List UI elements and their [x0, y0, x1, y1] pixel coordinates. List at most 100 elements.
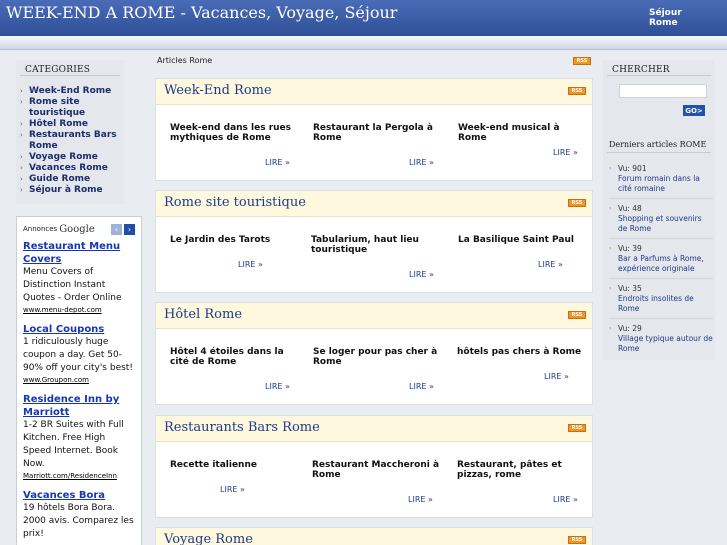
- read-more-link[interactable]: LIRE »: [409, 158, 434, 167]
- article-title[interactable]: Restaurant, pâtes et pizzas, rome: [457, 460, 587, 480]
- category-item[interactable]: › Voyage Rome: [20, 152, 124, 163]
- ads-nav: ‹ ›: [111, 223, 135, 235]
- article-title[interactable]: Week-end dans les rues mythiques de Rome: [170, 123, 300, 143]
- section-title[interactable]: Voyage Rome: [164, 532, 253, 545]
- ad-url[interactable]: www.menu-depot.com: [23, 305, 135, 315]
- category-item[interactable]: › Guide Rome: [20, 174, 124, 185]
- chevron-right-icon: ›: [20, 175, 23, 183]
- article-title[interactable]: Restaurant la Pergola à Rome: [313, 123, 443, 143]
- read-more-link[interactable]: LIRE »: [408, 495, 433, 504]
- chevron-right-icon: ›: [609, 165, 612, 172]
- search-input[interactable]: [619, 84, 707, 98]
- article-title[interactable]: hôtels pas chers à Rome: [457, 347, 587, 357]
- read-more-link[interactable]: LIRE »: [544, 372, 569, 381]
- google-ads: Annonces Google ‹ › Restaurant Menu Cove…: [16, 216, 142, 545]
- read-more-link[interactable]: LIRE »: [409, 382, 434, 391]
- ad-url[interactable]: www.Groupon.com: [23, 375, 135, 385]
- ad-title[interactable]: Local Coupons: [23, 323, 135, 336]
- view-count: Vu: 39: [618, 244, 642, 253]
- article-title[interactable]: Restaurant Maccheroni à Rome: [312, 460, 442, 480]
- latest-item: › Vu: 48 Shopping et souvenirs de Rome: [609, 204, 713, 239]
- section-header: Rome site touristique RSS: [156, 191, 592, 217]
- read-more-link[interactable]: LIRE »: [265, 382, 290, 391]
- categories-title: CATEGORIES: [20, 60, 120, 76]
- chevron-right-icon: ›: [20, 153, 23, 161]
- article-title[interactable]: Recette italienne: [170, 460, 300, 470]
- latest-link[interactable]: Forum romain dans la cité romaine: [618, 174, 713, 194]
- ad-text: 1-2 BR Suites with Full Kitchen. Free Hi…: [23, 420, 124, 469]
- section-header: Voyage Rome RSS: [156, 528, 592, 545]
- article-item: Tabularium, haut lieu touristique: [311, 235, 441, 255]
- section-rome-site-touristique: Rome site touristique RSS Le Jardin des …: [155, 190, 593, 293]
- article-title[interactable]: Le Jardin des Tarots: [170, 235, 300, 245]
- article-title[interactable]: Se loger pour pas cher à Rome: [313, 347, 443, 367]
- category-item[interactable]: › Hôtel Rome: [20, 119, 124, 130]
- rss-icon[interactable]: RSS: [568, 311, 586, 319]
- category-item[interactable]: › Rome site touristique: [20, 97, 124, 119]
- search-title: CHERCHER: [607, 60, 711, 76]
- read-more-link[interactable]: LIRE »: [553, 148, 578, 157]
- site-header: WEEK-END A ROME - Vacances, Voyage, Séjo…: [0, 0, 727, 36]
- chevron-right-icon: ›: [20, 120, 23, 128]
- section-header: Week-End Rome RSS: [156, 79, 592, 105]
- ad-item: Restaurant Menu Covers Menu Covers of Di…: [23, 240, 135, 315]
- rss-icon[interactable]: RSS: [568, 424, 586, 432]
- article-title[interactable]: Hôtel 4 étoiles dans la cité de Rome: [170, 347, 300, 367]
- chevron-right-icon: ›: [609, 285, 612, 292]
- latest-link[interactable]: Shopping et souvenirs de Rome: [618, 214, 713, 234]
- read-more-link[interactable]: LIRE »: [265, 158, 290, 167]
- article-item: La Basilique Saint Paul: [458, 235, 588, 245]
- section-title[interactable]: Rome site touristique: [164, 195, 306, 210]
- chevron-right-icon: ›: [609, 205, 612, 212]
- read-more-link[interactable]: LIRE »: [238, 260, 263, 269]
- ad-title[interactable]: Residence Inn by Marriott: [23, 393, 135, 419]
- ad-url[interactable]: Marriott.com/ResidenceInn: [23, 471, 135, 481]
- read-more-link[interactable]: LIRE »: [538, 260, 563, 269]
- article-item: Restaurant, pâtes et pizzas, rome: [457, 460, 587, 480]
- article-item: Restaurant Maccheroni à Rome: [312, 460, 442, 480]
- section-title[interactable]: Hôtel Rome: [164, 307, 242, 322]
- read-more-link[interactable]: LIRE »: [409, 270, 434, 279]
- read-more-link[interactable]: LIRE »: [553, 495, 578, 504]
- article-title[interactable]: La Basilique Saint Paul: [458, 235, 588, 245]
- view-count: Vu: 901: [618, 164, 647, 173]
- google-logo[interactable]: Google: [59, 224, 95, 235]
- category-item[interactable]: › Restaurants Bars Rome: [20, 130, 124, 152]
- categories-list: › Week-End Rome › Rome site touristique › H…: [16, 76, 124, 196]
- latest-articles-list: › Vu: 901 Forum romain dans la cité romain…: [609, 164, 713, 363]
- search-go-button[interactable]: GO>: [683, 105, 705, 116]
- category-item[interactable]: › Vacances Rome: [20, 163, 124, 174]
- category-item[interactable]: › Séjour à Rome: [20, 185, 124, 196]
- section-hotel-rome: Hôtel Rome RSS Hôtel 4 étoiles dans la c…: [155, 302, 593, 405]
- category-item[interactable]: › Week-End Rome: [20, 86, 124, 97]
- ads-label[interactable]: Annonces: [23, 225, 57, 233]
- latest-link[interactable]: Endroits insolites de Rome: [618, 294, 713, 314]
- section-week-end-rome: Week-End Rome RSS Week-end dans les rues…: [155, 78, 593, 181]
- ad-title[interactable]: Vacances Bora: [23, 489, 135, 502]
- article-item: Week-end musical à Rome: [458, 123, 588, 143]
- rss-icon[interactable]: RSS: [568, 199, 586, 207]
- article-title[interactable]: Week-end musical à Rome: [458, 123, 588, 143]
- header-link-sejour[interactable]: Séjour Rome: [649, 8, 699, 28]
- article-item: hôtels pas chers à Rome: [457, 347, 587, 357]
- ad-title[interactable]: Restaurant Menu Covers: [23, 240, 135, 266]
- chevron-right-icon: ›: [609, 325, 612, 332]
- section-voyage-rome: Voyage Rome RSS: [155, 527, 593, 545]
- rss-icon[interactable]: RSS: [568, 536, 586, 544]
- right-sidebar: CHERCHER GO> Derniers articles ROME › Vu:…: [603, 60, 715, 360]
- rss-icon[interactable]: RSS: [573, 57, 591, 65]
- read-more-link[interactable]: LIRE »: [220, 485, 245, 494]
- view-count: Vu: 35: [618, 284, 642, 293]
- ad-item: Residence Inn by Marriott 1-2 BR Suites …: [23, 393, 135, 481]
- section-title[interactable]: Restaurants Bars Rome: [164, 420, 320, 435]
- latest-link[interactable]: Bar a Parfums à Rome, expérience origina…: [618, 254, 713, 274]
- latest-item: › Vu: 901 Forum romain dans la cité romain…: [609, 164, 713, 199]
- section-title[interactable]: Week-End Rome: [164, 83, 272, 98]
- rss-icon[interactable]: RSS: [568, 87, 586, 95]
- site-title[interactable]: WEEK-END A ROME - Vacances, Voyage, Séjo…: [6, 3, 397, 22]
- article-item: Week-end dans les rues mythiques de Rome: [170, 123, 300, 143]
- latest-link[interactable]: Village typique autour de Rome: [618, 334, 713, 354]
- chevron-right-icon[interactable]: ›: [124, 223, 135, 235]
- chevron-left-icon[interactable]: ‹: [111, 223, 122, 235]
- article-title[interactable]: Tabularium, haut lieu touristique: [311, 235, 441, 255]
